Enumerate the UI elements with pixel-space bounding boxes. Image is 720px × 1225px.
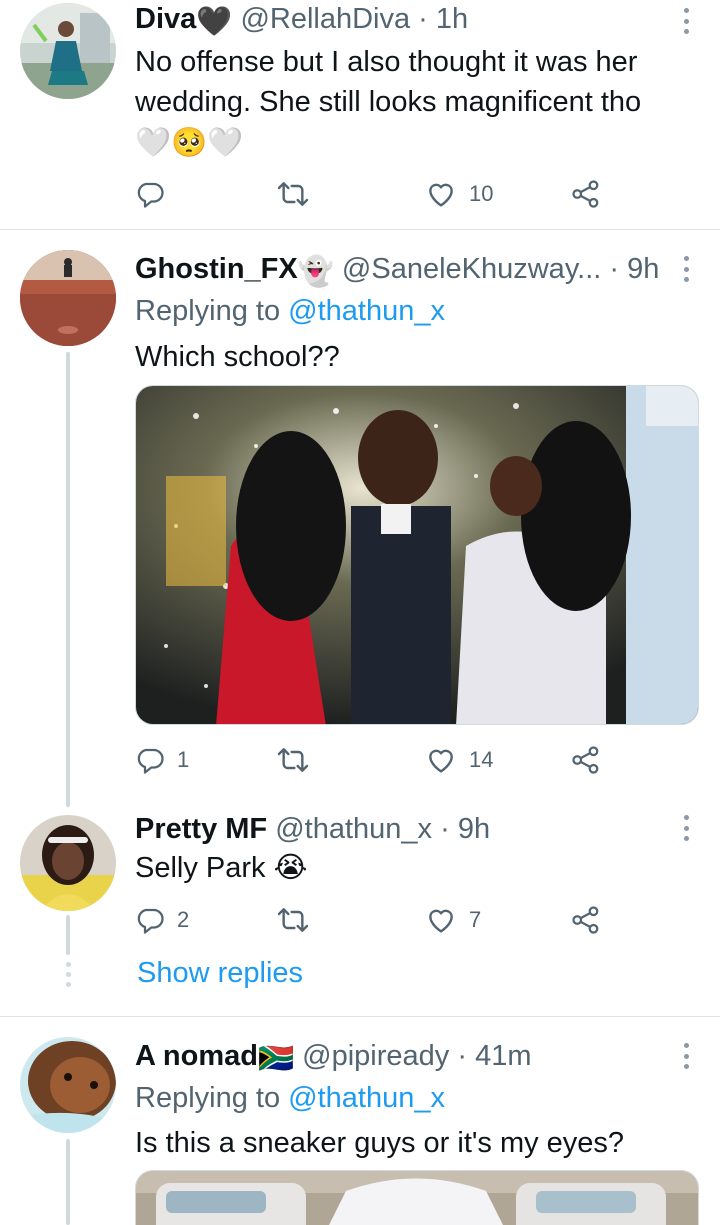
tweet-text-line: Is this a sneaker guys or it's my eyes? xyxy=(135,1127,625,1159)
tweet-header: Pretty MF @thathun_x · 9h xyxy=(135,810,490,848)
reply-icon xyxy=(135,905,165,935)
retweet-icon xyxy=(277,904,309,936)
heart-icon xyxy=(425,904,457,936)
tweet-photo[interactable] xyxy=(135,1170,699,1225)
thread-line xyxy=(66,915,70,955)
separator-dot: · xyxy=(457,1040,468,1072)
share-button[interactable] xyxy=(571,740,601,780)
tweet-header: A nomad🇿🇦 @pipiready · 41m xyxy=(135,1037,532,1078)
thread-line xyxy=(66,1139,70,1225)
tweet-ghostin[interactable]: Ghostin_FX👻 @SaneleKhuzway... · 9h Reply… xyxy=(0,230,720,810)
show-replies-link[interactable]: Show replies xyxy=(137,957,303,990)
reply-count: 1 xyxy=(177,747,190,772)
black-heart-icon: 🖤 xyxy=(196,6,233,38)
more-icon[interactable] xyxy=(682,256,690,282)
tweet-text-line: Selly Park 😭 xyxy=(135,852,308,884)
thread-continuation-dots xyxy=(64,962,72,987)
handle[interactable]: @thathun_x xyxy=(275,813,432,845)
avatar[interactable] xyxy=(20,1037,116,1133)
handle[interactable]: @RellahDiva xyxy=(240,3,410,35)
reply-button[interactable]: 1 xyxy=(135,740,189,780)
share-button[interactable] xyxy=(571,900,601,940)
timestamp[interactable]: 1h xyxy=(436,3,468,35)
display-name[interactable]: Pretty MF xyxy=(135,813,267,845)
tweet-text-line: No offense but I also thought it was her xyxy=(135,46,638,78)
tweet-text-line: Which school?? xyxy=(135,341,340,373)
display-name[interactable]: Ghostin_FX xyxy=(135,253,298,285)
like-count: 14 xyxy=(469,747,494,772)
tweet-actions: 2 7 xyxy=(135,900,615,940)
replying-prefix: Replying to xyxy=(135,295,281,327)
share-icon xyxy=(571,745,601,775)
heart-icon xyxy=(425,178,457,210)
tweet-actions: 10 xyxy=(135,174,615,214)
retweet-button[interactable] xyxy=(277,740,309,780)
south-africa-flag-icon: 🇿🇦 xyxy=(257,1043,295,1075)
tweet-actions: 1 14 xyxy=(135,740,615,780)
more-icon[interactable] xyxy=(682,1043,690,1069)
more-icon[interactable] xyxy=(682,815,690,841)
retweet-button[interactable] xyxy=(277,174,309,214)
stage-photo xyxy=(136,386,698,724)
handle[interactable]: @SaneleKhuzway... xyxy=(342,253,601,285)
ghost-icon: 👻 xyxy=(297,256,334,288)
retweet-icon xyxy=(277,744,309,776)
separator-dot: · xyxy=(418,3,428,35)
like-button[interactable]: 10 xyxy=(425,174,493,214)
timestamp[interactable]: 9h xyxy=(627,253,659,285)
like-count: 10 xyxy=(469,181,494,206)
avatar[interactable] xyxy=(20,3,116,99)
tweet-diva[interactable]: Diva🖤 @RellahDiva · 1h No offense but I … xyxy=(0,0,720,228)
avatar[interactable] xyxy=(20,815,116,911)
share-icon xyxy=(571,179,601,209)
share-button[interactable] xyxy=(571,174,601,214)
replying-prefix: Replying to xyxy=(135,1082,281,1114)
replying-to: Replying to @thathun_x xyxy=(135,1079,445,1117)
avatar[interactable] xyxy=(20,250,116,346)
tweet-a-nomad[interactable]: A nomad🇿🇦 @pipiready · 41m Replying to @… xyxy=(0,1017,720,1225)
display-name[interactable]: A nomad xyxy=(135,1040,258,1072)
more-icon[interactable] xyxy=(682,8,690,34)
street-photo xyxy=(136,1171,698,1225)
mention-link[interactable]: @thathun_x xyxy=(288,295,445,327)
handle[interactable]: @pipiready xyxy=(302,1040,449,1072)
heart-icon xyxy=(425,744,457,776)
reply-count: 2 xyxy=(177,907,190,932)
replying-to: Replying to @thathun_x xyxy=(135,292,445,330)
tweet-photo[interactable] xyxy=(135,385,699,725)
reply-icon xyxy=(135,179,165,209)
tweet-header: Ghostin_FX👻 @SaneleKhuzway... · 9h xyxy=(135,250,659,291)
tweet-pretty-mf[interactable]: Pretty MF @thathun_x · 9h Selly Park 😭 2… xyxy=(0,810,720,1015)
reply-icon xyxy=(135,745,165,775)
mention-link[interactable]: @thathun_x xyxy=(288,1082,445,1114)
like-button[interactable]: 7 xyxy=(425,900,481,940)
reply-button[interactable]: 2 xyxy=(135,900,189,940)
timestamp[interactable]: 9h xyxy=(458,813,490,845)
retweet-button[interactable] xyxy=(277,900,309,940)
tweet-text-line: wedding. She still looks magnificent tho xyxy=(135,86,642,118)
tweet-emoji-line: 🤍🥺🤍 xyxy=(135,127,244,159)
timestamp[interactable]: 41m xyxy=(475,1040,531,1072)
like-count: 7 xyxy=(469,907,482,932)
retweet-icon xyxy=(277,178,309,210)
display-name[interactable]: Diva xyxy=(135,3,196,35)
share-icon xyxy=(571,905,601,935)
separator-dot: · xyxy=(440,813,450,845)
tweet-header: Diva🖤 @RellahDiva · 1h xyxy=(135,0,468,41)
like-button[interactable]: 14 xyxy=(425,740,493,780)
thread-line xyxy=(66,352,70,807)
reply-button[interactable] xyxy=(135,174,165,214)
separator-dot: · xyxy=(609,253,620,285)
